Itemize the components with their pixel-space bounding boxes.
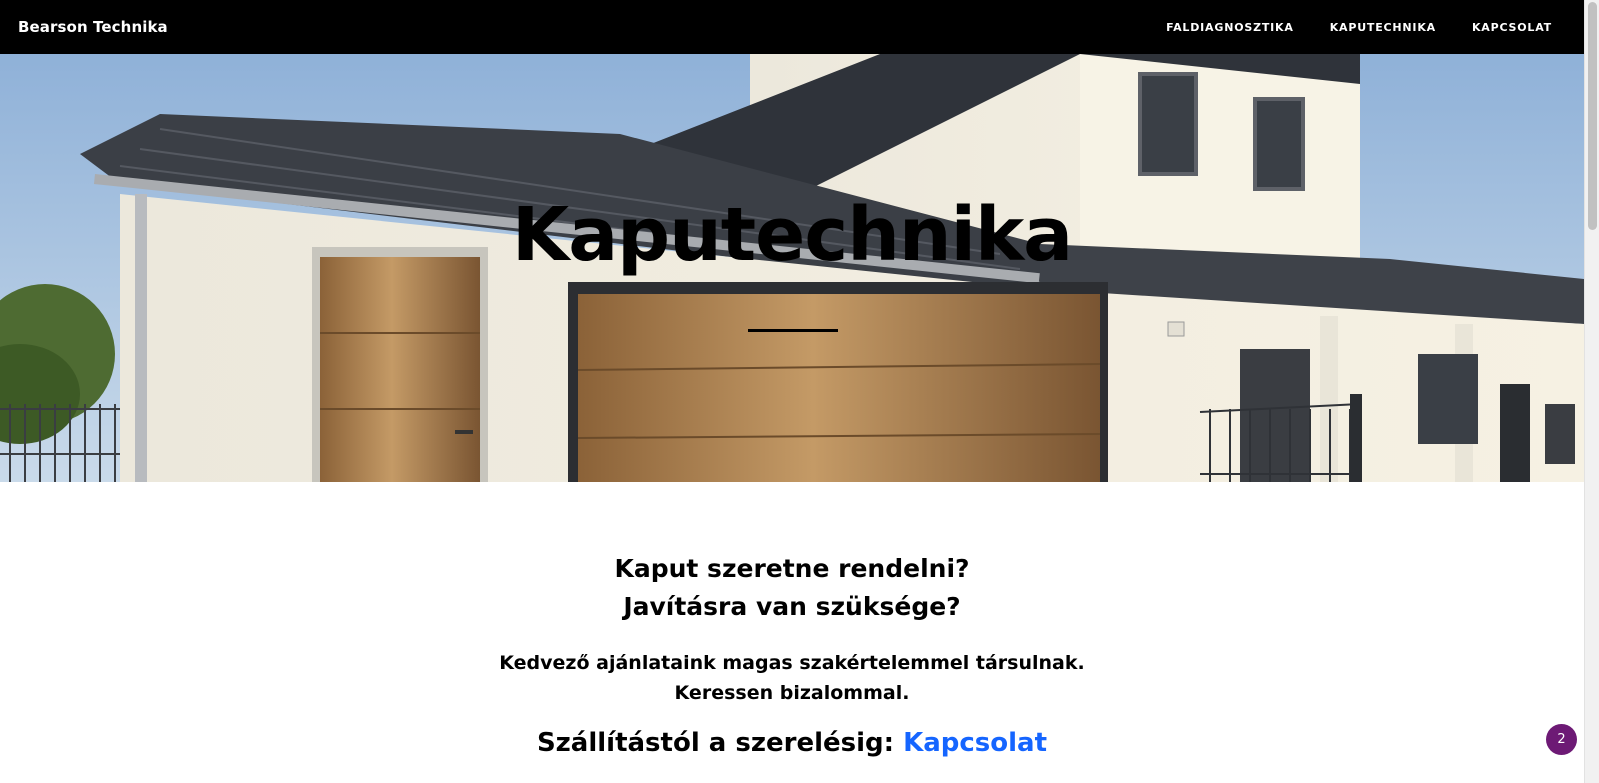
shipping-line: Szállítástól a szerelésig: Kapcsolat — [0, 728, 1584, 758]
intro-offer-text: Kedvező ajánlataink magas szakértelemmel… — [499, 652, 1085, 674]
intro-trust-text: Keressen bizalommal. — [674, 682, 910, 704]
intro-question-repair: Javításra van szüksége? — [623, 592, 961, 621]
nav-link-kapcsolat[interactable]: KAPCSOLAT — [1472, 21, 1552, 34]
page-scrollbar[interactable] — [1584, 0, 1599, 783]
nav-link-faldiagnosztika[interactable]: FALDIAGNOSZTIKA — [1166, 21, 1294, 34]
brand-logo-link[interactable]: Bearson Technika — [18, 18, 168, 36]
top-navbar: Bearson Technika FALDIAGNOSZTIKA KAPUTEC… — [0, 0, 1584, 54]
intro-question-order: Kaput szeretne rendelni? — [614, 554, 970, 583]
notification-badge[interactable]: 2 — [1546, 724, 1577, 755]
contact-link[interactable]: Kapcsolat — [903, 728, 1047, 758]
nav-link-kaputechnika[interactable]: KAPUTECHNIKA — [1330, 21, 1436, 34]
hero-section: Kaputechnika — [0, 54, 1584, 482]
shipping-text: Szállítástól a szerelésig: — [536, 728, 895, 758]
hero-divider — [748, 329, 838, 332]
scrollbar-thumb[interactable] — [1588, 2, 1597, 230]
hero-title: Kaputechnika — [511, 192, 1073, 278]
main-nav: FALDIAGNOSZTIKA KAPUTECHNIKA KAPCSOLAT — [1166, 21, 1552, 34]
